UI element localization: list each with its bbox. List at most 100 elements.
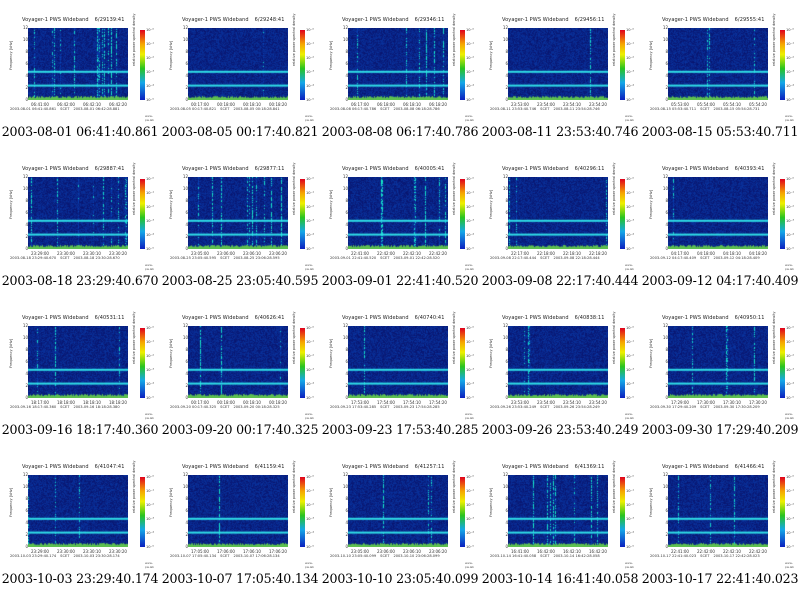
time-range: 2003-08-01 06:41:40.861 SCET 2003-08-01 06… [10,107,150,111]
time-system: SCET [60,554,70,558]
colorbar-tick-label: 10⁻³ [466,70,474,74]
colorbar-tick-label: 10⁻³ [786,517,794,521]
colorbar-tick-label: 10⁻¹ [146,191,154,195]
time-end: 2003-09-08 22:18:28.444 [553,256,600,260]
instrument-label: Voyager-1 PWS Wideband [662,464,729,470]
colorbar-tick-label: 10⁻⁰ [306,177,314,181]
time-start: 2003-08-18 23:29:40.670 [10,256,57,260]
time-end: 2003-09-01 22:42:28.520 [393,256,440,260]
colorbar-tick-label: 10⁻² [146,205,154,209]
colorbar-tick-label: 10⁻⁴ [306,382,314,386]
record-id: 6/40296:11 [574,166,605,172]
colorbar-tick-label: 10⁻⁴ [786,84,794,88]
colorbar-tick-label: 10⁻² [466,503,474,507]
colorbar-tick-label: 10⁻² [786,56,794,60]
record-id: 6/40531:11 [94,315,125,321]
spectrogram-plot [28,177,128,249]
spectrogram-panel: Voyager-1 PWS Wideband 6/40393:41 Frequen… [640,149,800,298]
y-axis: 12 10 8 6 4 2 0 [18,26,28,102]
time-range: 2003-09-01 22:41:40.520 SCET 2003-09-01 22… [330,256,470,260]
y-axis-label: Frequency [kHz] [169,338,173,368]
footer-note: www-pw.lab [465,561,474,569]
colorbar-tick-label: 10⁻² [786,354,794,358]
record-id: 6/41159:41 [254,464,285,470]
colorbar-tick-label: 10⁻⁰ [146,475,154,479]
record-id: 6/40838:11 [574,315,605,321]
footer-note: www-pw.lab [785,114,794,122]
colorbar-tick-label: 10⁻⁰ [786,475,794,479]
footer-note: www-pw.lab [625,114,634,122]
time-end: 2003-09-30 17:30:28.209 [713,405,760,409]
instrument-label: Voyager-1 PWS Wideband [182,464,249,470]
spectrogram-image [28,28,128,100]
spectrogram-plot [668,177,768,249]
colorbar-tick-label: 10⁻³ [626,517,634,521]
time-range: 2003-08-05 00:17:40.821 SCET 2003-08-05 00… [170,107,310,111]
record-id: 6/29346:11 [414,17,445,23]
instrument-label: Voyager-1 PWS Wideband [662,17,729,23]
time-start: 2003-10-03 23:29:40.174 [10,554,57,558]
time-system: SCET [700,107,710,111]
colorbar-tick-label: 10⁻³ [626,70,634,74]
y-axis: 12 10 8 6 4 2 0 [658,324,668,400]
colorbar-tick-label: 10⁻⁵ [466,247,474,251]
colorbar [300,179,305,249]
footer-note: www-pw.lab [305,412,314,420]
spectrogram-plot [508,28,608,100]
colorbar-tick-label: 10⁻⁴ [306,84,314,88]
panel-caption: 2003-09-12 04:17:40.409 [641,273,799,288]
y-axis-label: Frequency [kHz] [649,338,653,368]
footer-note: www-pw.lab [625,263,634,271]
time-system: SCET [700,554,710,558]
spectrogram-image [668,177,768,249]
y-axis-label: Frequency [kHz] [169,487,173,517]
time-range: 2003-10-10 23:05:40.099 SCET 2003-10-10 23… [330,554,470,558]
y-axis: 12 10 8 6 4 2 0 [178,26,188,102]
footer-note: www-pw.lab [465,263,474,271]
colorbar-ticks: 10⁻⁰ 10⁻¹ 10⁻² 10⁻³ 10⁻⁴ 10⁻⁵ [146,326,160,400]
colorbar-tick-label: 10⁻¹ [626,340,634,344]
colorbar-label: relative power spectral density [772,13,776,66]
colorbar-tick-label: 10⁻⁰ [306,326,314,330]
spectrogram-panel: Voyager-1 PWS Wideband 6/29555:41 Frequen… [640,0,800,149]
time-end: 2003-08-18 23:30:28.670 [73,256,120,260]
record-id: 6/41257:11 [414,464,445,470]
instrument-label: Voyager-1 PWS Wideband [342,17,409,23]
spectrogram-image [508,28,608,100]
y-axis: 12 10 8 6 4 2 0 [338,26,348,102]
colorbar [460,30,465,100]
colorbar-tick-label: 10⁻² [306,205,314,209]
spectrogram-plot [508,177,608,249]
y-axis: 12 10 8 6 4 2 0 [338,175,348,251]
y-axis: 12 10 8 6 4 2 0 [178,473,188,549]
colorbar-tick-label: 10⁻⁴ [146,233,154,237]
record-id: 6/29887:41 [94,166,125,172]
panel-caption: 2003-09-08 22:17:40.444 [481,273,639,288]
y-axis-label: Frequency [kHz] [329,487,333,517]
colorbar-tick-label: 10⁻² [306,503,314,507]
y-axis: 12 10 8 6 4 2 0 [498,26,508,102]
footer-note: www-pw.lab [785,561,794,569]
time-system: SCET [380,107,390,111]
colorbar-tick-label: 10⁻¹ [146,340,154,344]
time-system: SCET [700,256,710,260]
colorbar-ticks: 10⁻⁰ 10⁻¹ 10⁻² 10⁻³ 10⁻⁴ 10⁻⁵ [466,326,480,400]
colorbar-tick-label: 10⁻¹ [306,340,314,344]
spectrogram-image [188,475,288,547]
colorbar-tick-label: 10⁻² [306,56,314,60]
colorbar-tick-label: 10⁻² [146,354,154,358]
time-start: 2003-09-23 17:53:40.285 [330,405,377,409]
colorbar-tick-label: 10⁻⁰ [786,28,794,32]
time-end: 2003-10-10 23:06:28.099 [393,554,440,558]
time-end: 2003-08-25 23:06:28.595 [233,256,280,260]
colorbar-label: relative power spectral density [292,311,296,364]
spectrogram-image [188,28,288,100]
time-range: 2003-09-23 17:53:40.285 SCET 2003-09-23 17… [330,405,470,409]
spectrogram-image [28,177,128,249]
colorbar-tick-label: 10⁻² [466,354,474,358]
colorbar [300,328,305,398]
time-end: 2003-09-23 17:54:28.285 [393,405,440,409]
spectrogram-panel: Voyager-1 PWS Wideband 6/40296:11 Frequen… [480,149,640,298]
instrument-label: Voyager-1 PWS Wideband [22,464,89,470]
footer-note: www-pw.lab [785,412,794,420]
